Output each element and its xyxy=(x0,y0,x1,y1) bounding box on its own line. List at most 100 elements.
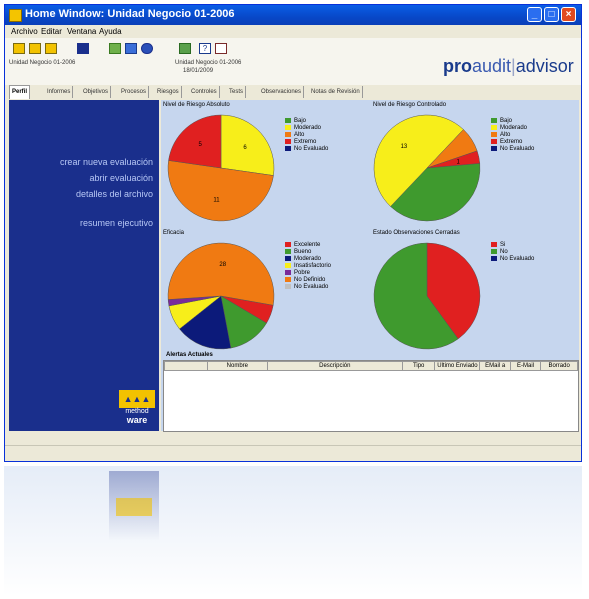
close-button[interactable]: × xyxy=(561,7,576,22)
tab-riesgos[interactable]: Riesgos xyxy=(155,86,182,98)
legend-label: No Evaluado xyxy=(500,256,535,263)
legend-item: Pobre xyxy=(285,270,331,277)
column-header[interactable]: Ultimo Enviado xyxy=(434,361,481,371)
column-header[interactable]: Nombre xyxy=(206,361,268,371)
menu-ayuda[interactable]: Ayuda xyxy=(99,27,122,36)
new-folder-icon[interactable] xyxy=(13,43,25,54)
legend-item: No Evaluado xyxy=(491,256,534,263)
alerts-table: Alertas Actuales Nombre Descripción Tipo… xyxy=(163,352,579,432)
legend-label: No Evaluado xyxy=(500,146,535,153)
legend-item: No Evaluado xyxy=(491,146,534,153)
pie-data-label: 11 xyxy=(213,197,220,203)
legend-swatch xyxy=(491,249,497,254)
chart-observations-legend: Si No No Evaluado xyxy=(491,242,534,263)
legend-label: Moderado xyxy=(500,125,528,132)
tab-notas-revision[interactable]: Notas de Revisión xyxy=(309,86,363,98)
legend-item: Si xyxy=(491,242,534,249)
legend-label: Pobre xyxy=(294,270,311,277)
legend-item: No Evaluado xyxy=(285,146,328,153)
tab-procesos[interactable]: Procesos xyxy=(119,86,150,98)
legend-swatch xyxy=(285,118,291,123)
status-bar xyxy=(5,445,581,461)
chart-efficacy-pie: 28 xyxy=(167,242,275,350)
methodware-logo: ▲▲▲ method ware xyxy=(119,390,155,426)
legend-label: Insatisfactorio xyxy=(294,263,332,270)
alerts-title: Alertas Actuales xyxy=(166,352,213,358)
tab-objetivos[interactable]: Objetivos xyxy=(81,86,112,98)
alerts-header-row: Nombre Descripción Tipo Ultimo Enviado E… xyxy=(164,361,578,371)
menu-ventana[interactable]: Ventana xyxy=(67,27,96,36)
chart-controlled-title: Nivel de Riesgo Controlado xyxy=(373,102,447,108)
legend-swatch xyxy=(491,139,497,144)
legend-label: Excelente xyxy=(294,242,321,249)
tab-informes[interactable]: Informes xyxy=(45,86,74,98)
sync-icon[interactable] xyxy=(125,43,137,54)
column-header[interactable]: Descripción xyxy=(266,361,403,371)
column-header[interactable]: Tipo xyxy=(401,361,436,371)
legend-item: No Evaluado xyxy=(285,284,331,291)
minimize-button[interactable]: _ xyxy=(527,7,542,22)
column-header[interactable]: E-Mail xyxy=(509,361,542,371)
file-details-link[interactable]: detalles del archivo xyxy=(76,189,153,199)
new-evaluation-link[interactable]: crear nueva evaluación xyxy=(60,157,153,167)
legend-swatch xyxy=(285,277,291,282)
methodware-line2: ware xyxy=(126,415,148,425)
menu-editar[interactable]: Editar xyxy=(41,27,62,36)
legend-label: Extremo xyxy=(500,139,523,146)
brand-advisor: advisor xyxy=(515,56,574,76)
legend-label: Bajo xyxy=(500,118,513,125)
legend-swatch xyxy=(285,242,291,247)
legend-label: Alto xyxy=(294,132,305,139)
legend-swatch xyxy=(285,263,291,268)
globe-icon[interactable] xyxy=(141,43,153,54)
date-label: 18/01/2009 xyxy=(183,68,214,74)
list-icon[interactable] xyxy=(77,43,89,54)
column-header[interactable]: Borrado xyxy=(540,361,578,371)
legend-label: Bueno xyxy=(294,249,312,256)
open-evaluation-link[interactable]: abrir evaluación xyxy=(89,173,153,183)
legend-label: No xyxy=(500,249,508,256)
tab-tests[interactable]: Tests xyxy=(227,86,247,98)
executive-summary-link[interactable]: resumen ejecutivo xyxy=(80,218,153,228)
legend-item: No Definido xyxy=(285,277,331,284)
legend-swatch xyxy=(285,270,291,275)
legend-label: No Evaluado xyxy=(294,146,329,153)
pie-data-label: 13 xyxy=(401,144,408,150)
legend-label: Moderado xyxy=(294,256,322,263)
maximize-button[interactable]: □ xyxy=(544,7,559,22)
chart-efficacy-legend: Excelente Bueno Moderado Insatisfactorio… xyxy=(285,242,331,291)
tab-perfil[interactable]: Perfil xyxy=(9,85,31,99)
brand-pro: pro xyxy=(443,56,472,76)
help-icon[interactable]: ? xyxy=(199,43,211,54)
save-folder-icon[interactable] xyxy=(45,43,57,54)
window-title: Home Window: Unidad Negocio 01-2006 xyxy=(25,8,235,20)
reflection-logo xyxy=(116,498,152,516)
legend-swatch xyxy=(285,256,291,261)
legend-item: No xyxy=(491,249,534,256)
column-header[interactable]: EMail a xyxy=(479,361,511,371)
chart-efficacy-title: Eficacia xyxy=(163,230,185,236)
chart-absolute-pie: 6115 xyxy=(167,114,275,222)
report-icon[interactable] xyxy=(179,43,191,54)
chart-absolute-title: Nivel de Riesgo Absoluto xyxy=(163,102,230,108)
legend-label: Bajo xyxy=(294,118,307,125)
brand-audit: audit xyxy=(472,56,512,76)
title-bar[interactable]: Home Window: Unidad Negocio 01-2006 _ □ … xyxy=(5,5,581,25)
pro-audit-advisor-logo: proaudit|advisor xyxy=(443,56,574,77)
users-icon[interactable] xyxy=(109,43,121,54)
open-folder-icon[interactable] xyxy=(29,43,41,54)
tab-observaciones[interactable]: Observaciones xyxy=(259,86,305,98)
legend-swatch xyxy=(491,146,497,151)
navigation-panel: crear nueva evaluación abrir evaluación … xyxy=(9,100,159,431)
legend-item: Extremo xyxy=(491,139,534,146)
legend-swatch xyxy=(285,139,291,144)
legend-swatch xyxy=(285,132,291,137)
pie-slice xyxy=(220,114,275,176)
column-header[interactable] xyxy=(164,361,208,371)
tab-controles[interactable]: Controles xyxy=(189,86,220,98)
chart-controlled-legend: Bajo Moderado Alto Extremo No Evaluado xyxy=(491,118,534,153)
menu-archivo[interactable]: Archivo xyxy=(11,27,38,36)
exit-icon[interactable] xyxy=(215,43,227,54)
legend-item: Bajo xyxy=(285,118,328,125)
chart-controlled-pie: 131 xyxy=(373,114,481,222)
